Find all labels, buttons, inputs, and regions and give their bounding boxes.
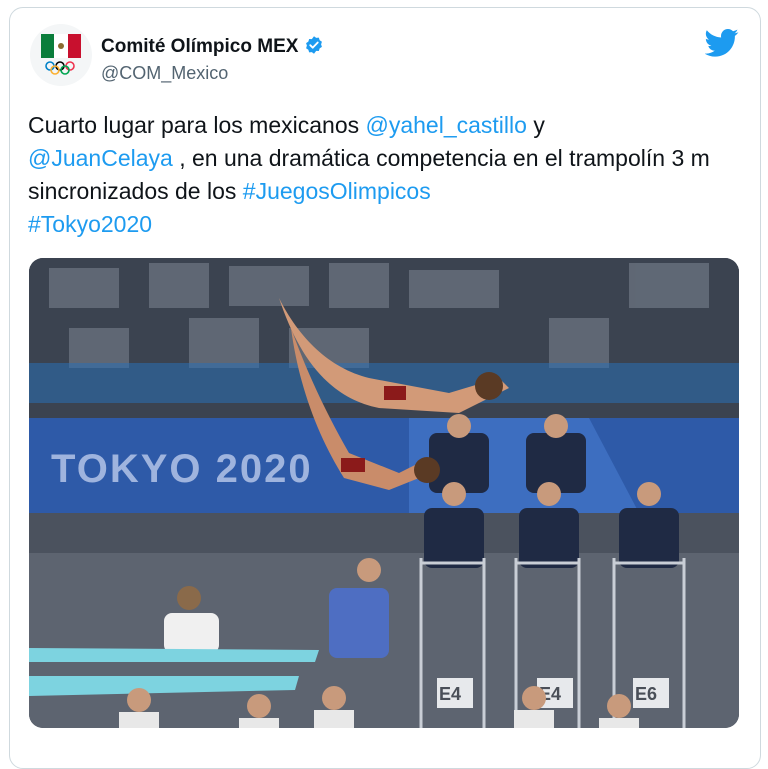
author-name-text[interactable]: Comité Olímpico MEX	[101, 36, 298, 57]
judge-sign: E4	[439, 684, 461, 704]
hashtag-link[interactable]: #JuegosOlimpicos	[243, 178, 431, 204]
mexico-olympic-logo-icon	[41, 34, 81, 75]
author-name[interactable]: Comité Olímpico MEX	[101, 35, 324, 58]
verified-badge-icon	[306, 36, 323, 54]
tweet-text: Cuarto lugar para los mexicanos @yahel_c…	[28, 109, 728, 241]
tweet-text-part: Cuarto lugar para los mexicanos	[28, 112, 366, 138]
hashtag-link[interactable]: #Tokyo2020	[28, 211, 152, 237]
tweet-photo[interactable]: TOKYO 2020 E4 E4 E6	[29, 258, 739, 728]
mention-link[interactable]: @yahel_castillo	[366, 112, 527, 138]
diving-photo-image: TOKYO 2020 E4 E4 E6	[29, 258, 739, 728]
judge-sign: E6	[635, 684, 657, 704]
banner-text: TOKYO 2020	[51, 447, 313, 491]
twitter-bird-icon[interactable]	[705, 28, 739, 58]
tweet-text-part: y	[526, 112, 545, 138]
author-handle[interactable]: @COM_Mexico	[101, 63, 228, 84]
mention-link[interactable]: @JuanCelaya	[28, 145, 173, 171]
avatar[interactable]	[30, 24, 92, 86]
diving-board	[29, 648, 319, 662]
